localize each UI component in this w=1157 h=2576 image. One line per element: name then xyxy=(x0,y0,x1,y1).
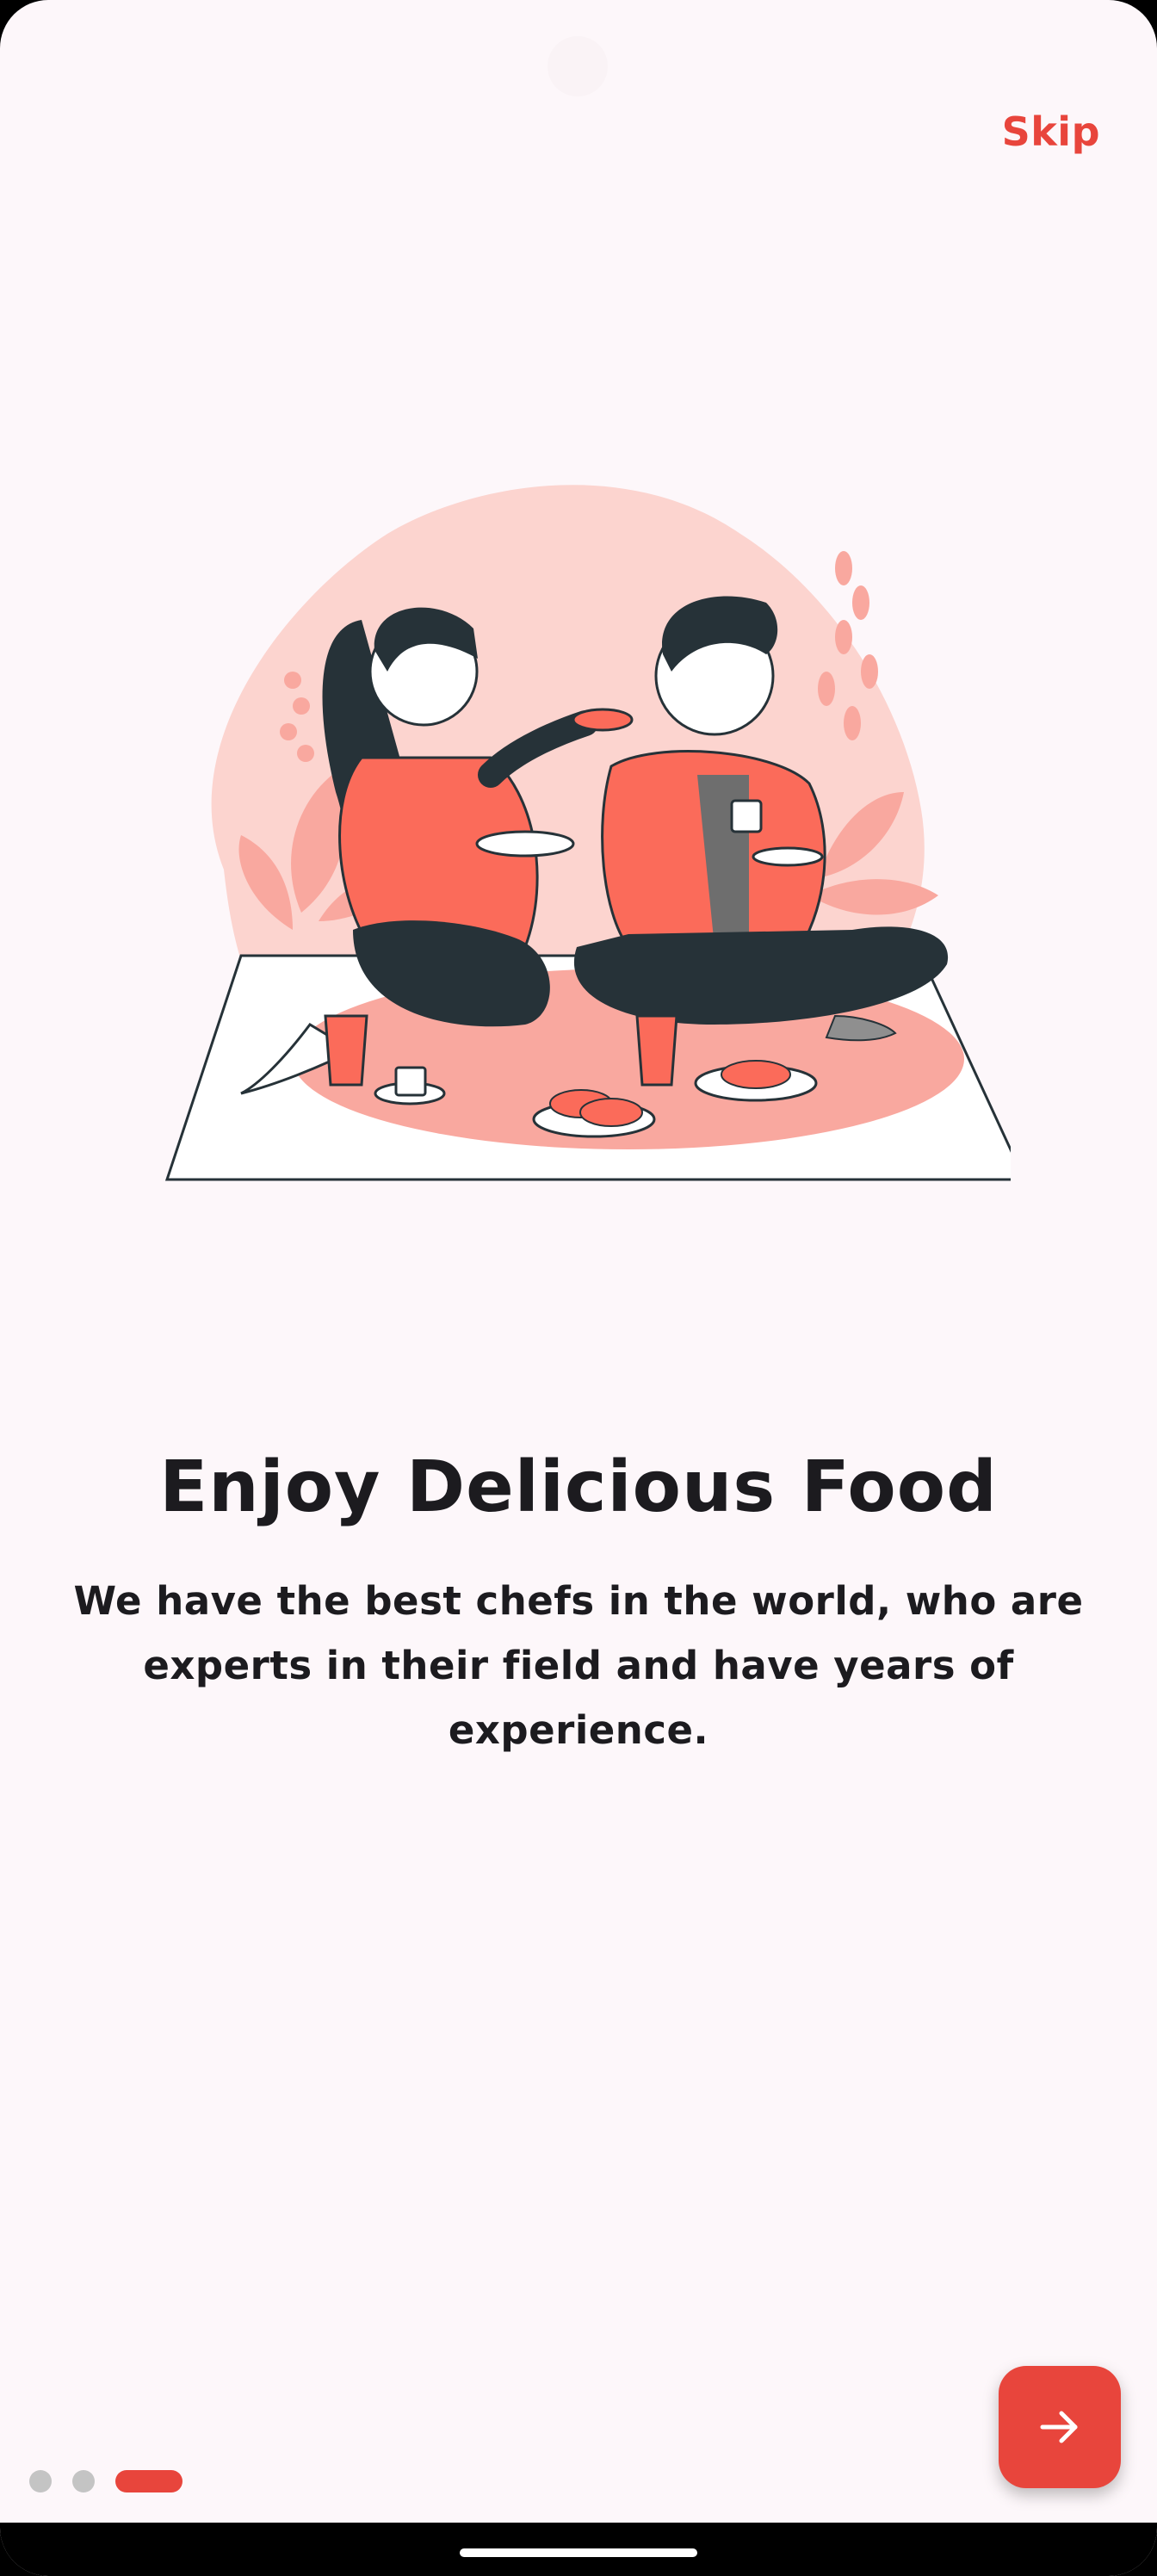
page-dot-2 xyxy=(72,2470,95,2492)
onboarding-description: We have the best chefs in the world, who… xyxy=(73,1578,1084,1753)
front-camera xyxy=(548,36,608,96)
page-indicator xyxy=(29,2469,183,2493)
next-button[interactable] xyxy=(999,2366,1121,2488)
arrow-right-icon xyxy=(1040,2411,1078,2443)
page-dot-3-active xyxy=(115,2470,183,2492)
home-gesture-handle[interactable] xyxy=(460,2548,697,2557)
onboarding-title: Enjoy Delicious Food xyxy=(159,1446,998,1528)
page-dot-1 xyxy=(29,2470,52,2492)
picnic-couple-illustration xyxy=(164,485,1011,1181)
skip-button[interactable]: Skip xyxy=(1002,108,1100,155)
onboarding-screen: Skip Enjoy Delicious Food We have the be… xyxy=(0,0,1157,2576)
